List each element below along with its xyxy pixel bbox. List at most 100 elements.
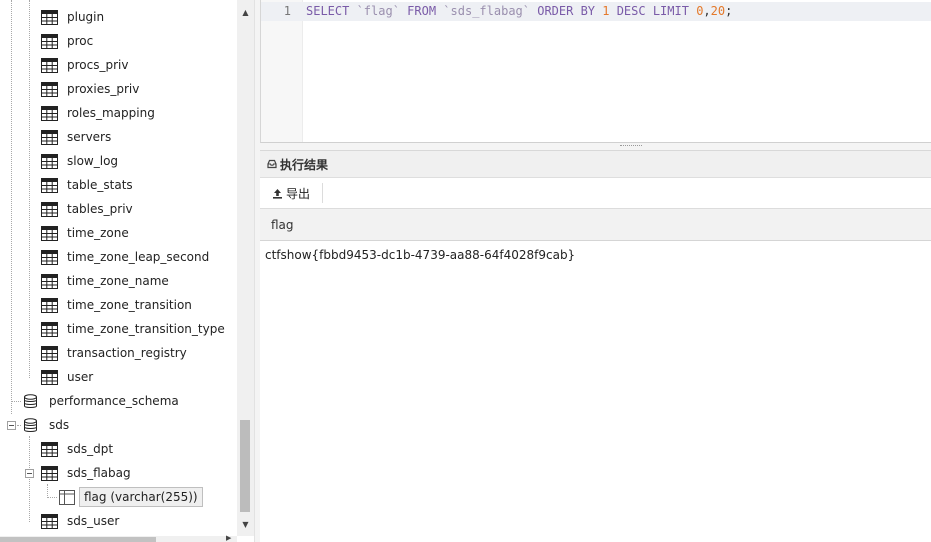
column-icon bbox=[59, 489, 75, 505]
tree-node-label: sds_flabag bbox=[67, 466, 131, 480]
tree-table-node[interactable]: procs_priv bbox=[0, 53, 237, 77]
table-icon bbox=[41, 57, 58, 73]
table-icon bbox=[41, 129, 58, 145]
table-icon bbox=[41, 273, 58, 289]
tree-node-label: tables_priv bbox=[67, 202, 133, 216]
result-column-header[interactable]: flag bbox=[260, 209, 931, 241]
editor-result-splitter[interactable] bbox=[260, 143, 931, 150]
tree-table-node[interactable]: servers bbox=[0, 125, 237, 149]
upload-icon bbox=[273, 188, 282, 199]
tree-node-label: roles_mapping bbox=[67, 106, 155, 120]
tree-node-label: time_zone_transition_type bbox=[67, 322, 225, 336]
scroll-thumb[interactable] bbox=[0, 537, 156, 542]
tree-table-node[interactable]: tables_priv bbox=[0, 197, 237, 221]
tree-database-node[interactable]: performance_schema bbox=[0, 389, 237, 413]
tree-node-label: sds_dpt bbox=[67, 442, 114, 456]
tree-node-label: time_zone_transition bbox=[67, 298, 192, 312]
table-icon bbox=[41, 105, 58, 121]
table-icon bbox=[41, 153, 58, 169]
export-button-label: 导出 bbox=[286, 186, 311, 201]
tree-node-label: slow_log bbox=[67, 154, 119, 168]
sql-token: DESC LIMIT bbox=[609, 4, 697, 18]
table-icon bbox=[41, 9, 58, 25]
tree-node-label: time_zone bbox=[67, 226, 129, 240]
tree-node-label: time_zone_leap_second bbox=[67, 250, 210, 264]
tree-node-label: procs_priv bbox=[67, 58, 129, 72]
result-grid-empty-area bbox=[260, 269, 931, 542]
tree-node-label: user bbox=[67, 370, 94, 384]
result-toolbar: 导出 bbox=[260, 178, 931, 209]
tree-table-node[interactable]: proc bbox=[0, 29, 237, 53]
tree-table-node[interactable]: plugin bbox=[0, 5, 237, 29]
tree-vertical-scrollbar[interactable]: ▲ ▼ bbox=[237, 0, 254, 536]
table-icon bbox=[41, 201, 58, 217]
sql-editor[interactable]: 1 SELECT `flag` FROM `sds_flabag` ORDER … bbox=[260, 0, 931, 143]
sql-code-line[interactable]: SELECT `flag` FROM `sds_flabag` ORDER BY… bbox=[306, 4, 732, 18]
sql-token: ORDER BY bbox=[530, 4, 603, 18]
database-icon bbox=[24, 393, 37, 408]
tree-node-label: transaction_registry bbox=[67, 346, 187, 360]
tree-table-node[interactable]: time_zone_transition_type bbox=[0, 317, 237, 341]
tree-node-label: proxies_priv bbox=[67, 82, 140, 96]
table-icon bbox=[41, 33, 58, 49]
scroll-thumb[interactable] bbox=[240, 420, 250, 512]
splitter-grip[interactable] bbox=[620, 145, 642, 146]
tree-table-node[interactable]: sds_user bbox=[0, 509, 237, 533]
table-icon bbox=[41, 81, 58, 97]
line-number: 1 bbox=[283, 4, 291, 18]
tree-node-label: table_stats bbox=[67, 178, 133, 192]
tree-table-node[interactable]: slow_log bbox=[0, 149, 237, 173]
editor-gutter bbox=[261, 0, 303, 142]
table-row[interactable]: ctfshow{fbbd9453-dc1b-4739-aa88-64f4028f… bbox=[260, 241, 931, 269]
tree-node-label: proc bbox=[67, 34, 94, 48]
table-icon bbox=[41, 513, 58, 529]
result-panel-title: 执行结果 bbox=[280, 157, 329, 172]
table-icon bbox=[41, 369, 58, 385]
table-icon bbox=[41, 297, 58, 313]
tree-table-node[interactable]: table_stats bbox=[0, 173, 237, 197]
result-cell[interactable]: ctfshow{fbbd9453-dc1b-4739-aa88-64f4028f… bbox=[265, 248, 575, 262]
tree-column-node[interactable]: flag (varchar(255)) bbox=[0, 485, 237, 509]
tree-table-node[interactable]: time_zone_name bbox=[0, 269, 237, 293]
schema-tree-panel: plugin proc procs_priv proxies_priv roles_ma… bbox=[0, 0, 254, 542]
export-button[interactable]: 导出 bbox=[272, 183, 324, 203]
table-icon bbox=[41, 321, 58, 337]
tree-node-label: performance_schema bbox=[49, 394, 179, 408]
sql-token: `flag` bbox=[356, 4, 400, 18]
scroll-down-arrow-icon[interactable]: ▼ bbox=[237, 516, 254, 533]
tree-node-label: sds_user bbox=[67, 514, 120, 528]
tree-table-node[interactable]: time_zone bbox=[0, 221, 237, 245]
sql-token: `sds_flabag` bbox=[443, 4, 530, 18]
tree-table-node[interactable]: sds_flabag bbox=[0, 461, 237, 485]
tree-node-label: flag (varchar(255)) bbox=[79, 487, 203, 507]
sql-token: ; bbox=[725, 4, 733, 18]
tree-horizontal-scrollbar[interactable]: ▶ bbox=[0, 534, 237, 542]
scroll-up-arrow-icon[interactable]: ▲ bbox=[237, 4, 254, 21]
sql-token: , bbox=[703, 4, 711, 18]
tree-table-node[interactable]: transaction_registry bbox=[0, 341, 237, 365]
column-header-flag: flag bbox=[271, 217, 294, 232]
inbox-icon bbox=[267, 159, 277, 169]
sql-token: SELECT bbox=[306, 4, 357, 18]
tree-database-node[interactable]: sds bbox=[0, 413, 237, 437]
table-icon bbox=[41, 177, 58, 193]
sql-token: 20 bbox=[710, 4, 726, 18]
table-icon bbox=[41, 249, 58, 265]
tree-node-label: sds bbox=[49, 418, 70, 432]
tree-table-node[interactable]: sds_dpt bbox=[0, 437, 237, 461]
tree-table-node[interactable]: time_zone_transition bbox=[0, 293, 237, 317]
result-panel-header: 执行结果 bbox=[260, 150, 931, 178]
tree-node-label: plugin bbox=[67, 10, 105, 24]
table-icon bbox=[41, 345, 58, 361]
scroll-right-arrow-icon[interactable]: ▶ bbox=[226, 534, 231, 542]
tree-table-node[interactable]: user bbox=[0, 365, 237, 389]
table-icon bbox=[41, 441, 58, 457]
tree-table-node[interactable]: time_zone_leap_second bbox=[0, 245, 237, 269]
table-icon bbox=[41, 225, 58, 241]
tree-node-label: time_zone_name bbox=[67, 274, 169, 288]
table-icon bbox=[41, 465, 58, 481]
tree-table-node[interactable]: proxies_priv bbox=[0, 77, 237, 101]
tree-table-node[interactable]: roles_mapping bbox=[0, 101, 237, 125]
schema-tree: plugin proc procs_priv proxies_priv roles_ma… bbox=[0, 0, 237, 536]
sql-token: FROM bbox=[399, 4, 444, 18]
